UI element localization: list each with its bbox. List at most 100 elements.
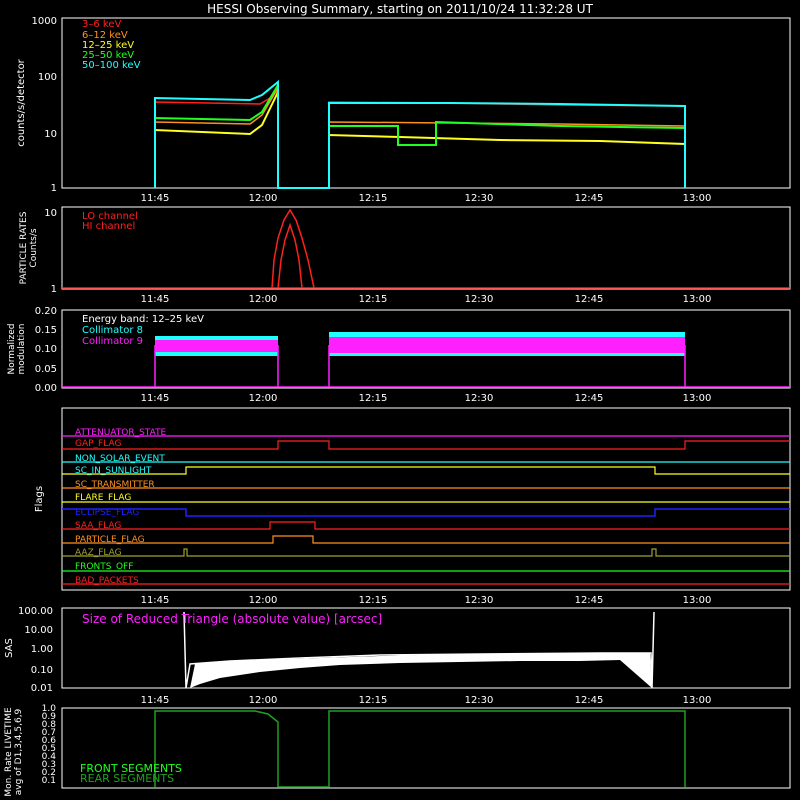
lightcurves-legend-50-100kev: 50–100 keV (82, 60, 141, 71)
flag-label-gap-flag: GAP_FLAG (75, 439, 121, 449)
lightcurve-50-100kev-line (154, 79, 686, 189)
modulation-ylabel-line2: modulation (17, 324, 27, 375)
lightcurves-ytick-10: 10 (44, 129, 57, 140)
sas-ylabel: SAS (4, 638, 15, 658)
lightcurves-ytick-1: 1 (51, 183, 57, 194)
panel-sas: SAS 0.01 0.10 1.00 10.00 100.00 Size of … (4, 606, 791, 694)
lightcurves-legend-3-6kev: 3–6 keV (82, 19, 121, 30)
modulation-legend-collimator8: Collimator 8 (82, 325, 143, 336)
flag-label-flare-flag: FLARE_FLAG (75, 493, 131, 503)
modulation-collimator9-band-2 (329, 337, 685, 353)
livetime-ylabel-line1: Mon. Rate LIVETIME (4, 707, 14, 797)
xtick-label-1145: 11:45 (141, 294, 170, 305)
xtick-label-1200: 12:00 (249, 595, 278, 606)
flag-label-particle-flag: PARTICLE_FLAG (75, 535, 145, 545)
xtick-label-1215: 12:15 (359, 294, 388, 305)
flags-ylabel: Flags (34, 486, 45, 512)
xtick-label-1245: 12:45 (575, 193, 604, 204)
observing-summary-figure: HESSI Observing Summary, starting on 201… (4, 2, 791, 797)
modulation-ylabel-line1: Normalized (7, 323, 17, 374)
panel-flags: Flags ATTENUATOR_STATE GAP_FLAG NON_SOLA… (34, 407, 791, 591)
xtick-label-1145: 11:45 (141, 695, 170, 706)
flag-sc-in-sunlight-line (62, 466, 790, 475)
particle-legend-hi: HI channel (82, 221, 135, 232)
xtick-label-1145: 11:45 (141, 193, 170, 204)
xtick-label-1230: 12:30 (465, 393, 494, 404)
sas-ytick-100.00: 100.00 (18, 606, 53, 617)
modulation-legend-collimator9: Collimator 9 (82, 336, 143, 347)
xtick-label-1300: 13:00 (683, 695, 712, 706)
xtick-label-1230: 12:30 (465, 595, 494, 606)
flag-aaz-flag-line (62, 548, 790, 557)
livetime-front-segments-line (154, 710, 686, 788)
panel-particle: PARTICLE RATES Counts/s 1 10 LO channel … (19, 206, 791, 295)
flag-label-bad-packets: BAD_PACKETS (75, 576, 139, 586)
panel-modulation: Normalized modulation 0.00 0.05 0.10 0.1… (7, 306, 791, 394)
sas-ytick-1.00: 1.00 (31, 644, 53, 655)
particle-ylabel-line1: PARTICLE RATES (19, 211, 29, 284)
livetime-legend-rear: REAR SEGMENTS (80, 772, 174, 785)
figure-title: HESSI Observing Summary, starting on 201… (207, 2, 593, 16)
xtick-label-1300: 13:00 (683, 294, 712, 305)
flag-label-attenuator-state: ATTENUATOR_STATE (75, 428, 167, 438)
xtick-label-1300: 13:00 (683, 393, 712, 404)
xtick-label-1245: 12:45 (575, 695, 604, 706)
flag-label-saa-flag: SAA_FLAG (75, 521, 121, 531)
xtick-label-1245: 12:45 (575, 294, 604, 305)
panel-particle-frame (61, 206, 791, 290)
particle-hi-channel-line (277, 222, 303, 289)
lightcurves-series (154, 79, 686, 189)
flag-particle-flag-line (62, 535, 790, 544)
panel-flags-frame (61, 407, 791, 591)
xtick-label-1200: 12:00 (249, 294, 278, 305)
flag-label-eclipse-flag: ECLIPSE_FLAG (75, 508, 139, 518)
modulation-ytick-0.10: 0.10 (35, 344, 57, 355)
lightcurve-12-25kev-line (154, 91, 686, 189)
particle-ytick-1: 1 (51, 284, 57, 295)
flag-gap-flag-line (62, 440, 790, 450)
particle-lo-channel-line (271, 208, 315, 289)
sas-ytick-0.10: 0.10 (31, 665, 53, 676)
xtick-label-1230: 12:30 (465, 193, 494, 204)
xtick-label-1200: 12:00 (249, 193, 278, 204)
xtick-label-1145: 11:45 (141, 595, 170, 606)
xtick-label-1300: 13:00 (683, 595, 712, 606)
modulation-ytick-0.20: 0.20 (35, 306, 57, 317)
flag-label-non-solar-event: NON_SOLAR_EVENT (75, 454, 165, 464)
particle-ylabel-line2: Counts/s (29, 228, 39, 267)
xtick-label-1215: 12:15 (359, 393, 388, 404)
flag-eclipse-flag-line (62, 508, 790, 517)
xtick-label-1245: 12:45 (575, 393, 604, 404)
sas-annotation: Size of Reduced Triangle (absolute value… (82, 612, 382, 626)
panel-lightcurves: counts/s/detector 1 10 100 1000 3–6 keV … (16, 16, 791, 194)
modulation-legend-energy-band: Energy band: 12–25 keV (82, 314, 204, 325)
flag-label-sc-in-sunlight: SC_IN_SUNLIGHT (75, 466, 152, 476)
xtick-label-1200: 12:00 (249, 695, 278, 706)
modulation-ytick-0.00: 0.00 (35, 383, 57, 394)
xtick-label-1230: 12:30 (465, 695, 494, 706)
flag-label-sc-transmitter: SC_TRANSMITTER (75, 480, 155, 490)
xtick-label-1300: 13:00 (683, 193, 712, 204)
modulation-ytick-0.15: 0.15 (35, 325, 57, 336)
xtick-label-1145: 11:45 (141, 393, 170, 404)
sas-noise-band (190, 653, 652, 688)
lightcurves-ylabel: counts/s/detector (16, 58, 27, 146)
xtick-label-1230: 12:30 (465, 294, 494, 305)
lightcurves-ytick-1000: 1000 (32, 16, 57, 27)
panel-livetime: Mon. Rate LIVETIME avg of D1,3,4,5,6,9 0… (4, 704, 791, 797)
flag-label-fronts-off: FRONTS_OFF (75, 562, 133, 572)
livetime-ylabel-line2: avg of D1,3,4,5,6,9 (14, 708, 24, 795)
livetime-ytick-1.0: 1.0 (42, 704, 57, 714)
modulation-ytick-0.05: 0.05 (35, 364, 57, 375)
xtick-label-1215: 12:15 (359, 193, 388, 204)
modulation-collimator9-band-1 (155, 340, 278, 352)
flag-label-aaz-flag: AAZ_FLAG (75, 548, 122, 558)
particle-ytick-10: 10 (44, 208, 57, 219)
sas-ytick-0.01: 0.01 (31, 683, 53, 694)
xtick-label-1215: 12:15 (359, 695, 388, 706)
sas-ytick-10.00: 10.00 (24, 625, 53, 636)
xtick-label-1215: 12:15 (359, 595, 388, 606)
xtick-label-1200: 12:00 (249, 393, 278, 404)
lightcurves-ytick-100: 100 (38, 72, 57, 83)
flag-saa-flag-line (62, 521, 790, 530)
